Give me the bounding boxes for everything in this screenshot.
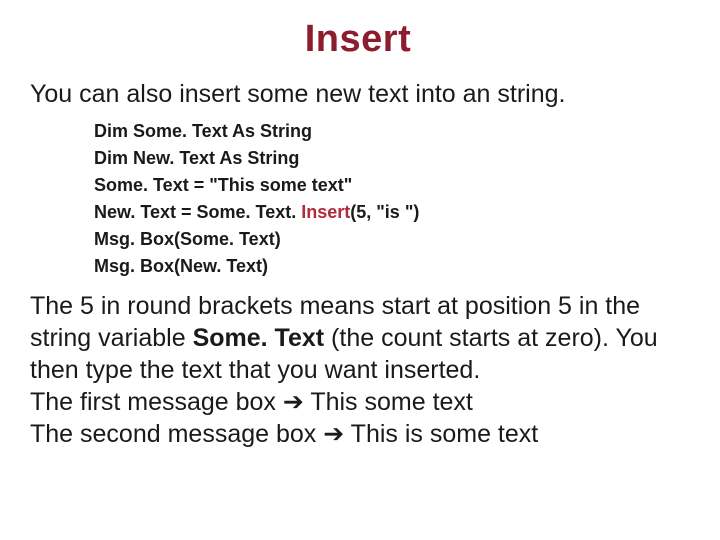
code-line-4: New. Text = Some. Text. Insert(5, "is ") (94, 199, 686, 226)
explanation-paragraph: The 5 in round brackets means start at p… (30, 290, 686, 450)
code-block: Dim Some. Text As String Dim New. Text A… (94, 118, 686, 280)
explain-bold-var: Some. Text (193, 324, 325, 352)
code-line-2: Dim New. Text As String (94, 145, 686, 172)
code-line-5: Msg. Box(Some. Text) (94, 226, 686, 253)
slide: Insert You can also insert some new text… (0, 0, 720, 540)
intro-text: You can also insert some new text into a… (30, 79, 686, 110)
code-line-4-post: (5, "is ") (350, 202, 419, 222)
code-line-4-pre: New. Text = Some. Text. (94, 202, 301, 222)
slide-title: Insert (30, 18, 686, 61)
code-line-1: Dim Some. Text As String (94, 118, 686, 145)
code-line-6: Msg. Box(New. Text) (94, 253, 686, 280)
code-line-3: Some. Text = "This some text" (94, 172, 686, 199)
explain-line-3: The second message box ➔ This is some te… (30, 420, 538, 448)
explain-line-2: The first message box ➔ This some text (30, 388, 473, 416)
code-keyword-insert: Insert (301, 202, 350, 222)
